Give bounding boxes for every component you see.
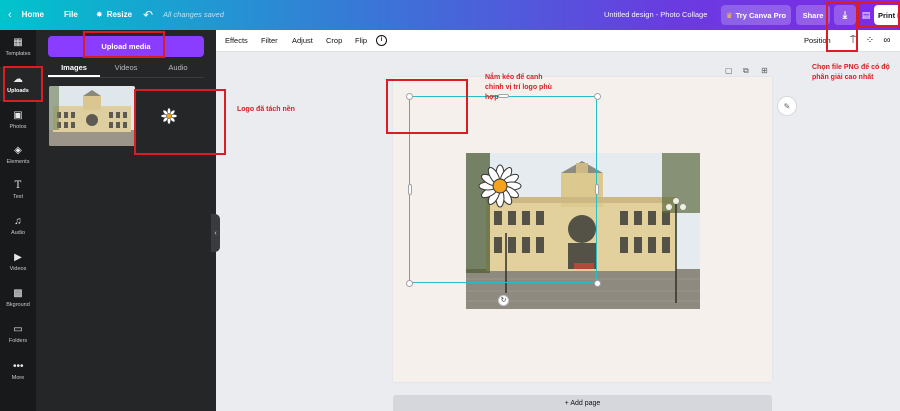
more-dots-icon: ••• (13, 360, 24, 372)
uploads-panel: Upload media Images Videos Audio (36, 30, 216, 411)
context-toolbar: Effects Filter Adjust Crop Flip i Positi… (216, 30, 900, 52)
drag-note-line: hợp (485, 94, 499, 101)
collapse-panel-handle[interactable]: ‹ (211, 214, 220, 252)
home-label: Home (21, 10, 44, 19)
shapes-icon: ◈ (14, 144, 22, 156)
share-button[interactable]: Share (796, 5, 830, 25)
resize-label: Resize (106, 10, 133, 19)
resize-handle-bottom-left[interactable] (406, 280, 413, 287)
tab-videos[interactable]: Videos (100, 63, 152, 77)
rail-label: Text (12, 193, 24, 200)
highlight-print (858, 2, 900, 28)
info-icon[interactable]: i (376, 35, 387, 46)
png-note-line: Chọn file PNG để có độ (812, 64, 890, 71)
sparkle-icon: ✸ (96, 10, 103, 19)
chevron-left-icon: ‹ (8, 9, 12, 21)
save-status: All changes saved (163, 10, 224, 19)
rail-item-background[interactable]: ▩ Bkground (0, 281, 36, 315)
try-pro-label: Try Canva Pro (735, 10, 787, 20)
transparency-icon[interactable]: ⁘ (864, 35, 876, 47)
highlight-uploads (3, 66, 43, 102)
rail-label: Templates (5, 50, 31, 57)
file-menu[interactable]: File (64, 0, 78, 30)
add-page-button[interactable]: + Add page (393, 395, 772, 411)
tab-images[interactable]: Images (48, 63, 100, 77)
try-pro-button[interactable]: ♛ Try Canva Pro (721, 5, 791, 25)
rail-label: Folders (8, 337, 28, 344)
design-title[interactable]: Untitled design - Photo Collage (604, 0, 707, 30)
highlight-logo (134, 89, 226, 155)
rail-label: Audio (10, 229, 26, 236)
rail-item-videos[interactable]: ▶ Videos (0, 245, 36, 279)
duplicate-page-icon[interactable]: ⧉ (743, 66, 749, 76)
rail-item-elements[interactable]: ◈ Elements (0, 138, 36, 172)
crop-button[interactable]: Crop (326, 30, 342, 52)
building-photo-image (49, 86, 135, 146)
add-page-icon[interactable]: ⊞ (761, 66, 768, 75)
resize-button[interactable]: ✸ Resize (96, 0, 132, 30)
folder-icon: ▭ (13, 323, 23, 335)
filter-button[interactable]: Filter (261, 30, 278, 52)
drag-note-line: chỉnh vị trí logo phù (485, 84, 552, 91)
background-icon: ▩ (13, 287, 23, 299)
tabs-divider (48, 77, 204, 78)
resize-handle-right[interactable] (595, 184, 599, 195)
top-header: ‹ Home File ✸ Resize ↶ All changes saved… (0, 0, 900, 30)
image-icon: ▣ (13, 109, 23, 121)
flip-button[interactable]: Flip (355, 30, 367, 52)
video-icon: ▶ (14, 251, 22, 263)
effects-button[interactable]: Effects (225, 30, 248, 52)
rail-label: Elements (6, 158, 30, 165)
logo-note: Logo đã tách nền (237, 106, 295, 113)
rail-label: Videos (9, 265, 27, 272)
rotate-icon[interactable]: ↻ (498, 295, 509, 306)
resize-handle-top-right[interactable] (594, 93, 601, 100)
rail-item-audio[interactable]: ♫ Audio (0, 209, 36, 243)
rail-item-templates[interactable]: ▦ Templates (0, 30, 36, 64)
rail-item-more[interactable]: ••• More (0, 354, 36, 388)
link-icon[interactable]: ∞ (881, 35, 893, 47)
tab-audio[interactable]: Audio (152, 63, 204, 77)
uploaded-photo-thumbnail[interactable] (49, 86, 135, 146)
rail-label: Bkground (6, 301, 30, 308)
home-button[interactable]: ‹ Home (8, 0, 44, 30)
note-icon[interactable]: ▢ (725, 66, 733, 75)
resize-handle-bottom-right[interactable] (594, 280, 601, 287)
rail-item-text[interactable]: T Text (0, 173, 36, 207)
media-tabs: Images Videos Audio (48, 63, 204, 77)
crown-icon: ♛ (725, 10, 733, 20)
templates-icon: ▦ (13, 36, 23, 48)
resize-handle-left[interactable] (408, 184, 412, 195)
text-icon: T (14, 179, 22, 191)
rail-item-photos[interactable]: ▣ Photos (0, 103, 36, 137)
comment-icon[interactable]: ✎ (777, 96, 797, 116)
drag-note: Nắm kéo để canh chỉnh vị trí logo phù hợ… (485, 73, 552, 103)
music-note-icon: ♫ (14, 215, 22, 227)
highlight-download (826, 2, 858, 52)
undo-icon[interactable]: ↶ (143, 0, 153, 30)
drag-note-line: Nắm kéo để canh (485, 74, 543, 81)
adjust-button[interactable]: Adjust (292, 30, 313, 52)
rail-item-folders[interactable]: ▭ Folders (0, 317, 36, 351)
highlight-upload-media (83, 31, 165, 58)
highlight-drag-corner (386, 79, 468, 134)
rail-label: Photos (9, 123, 27, 130)
png-note: Chọn file PNG để có độ phân giải cao nhấ… (812, 63, 890, 83)
rail-label: More (11, 374, 25, 381)
png-note-line: phân giải cao nhất (812, 74, 874, 81)
